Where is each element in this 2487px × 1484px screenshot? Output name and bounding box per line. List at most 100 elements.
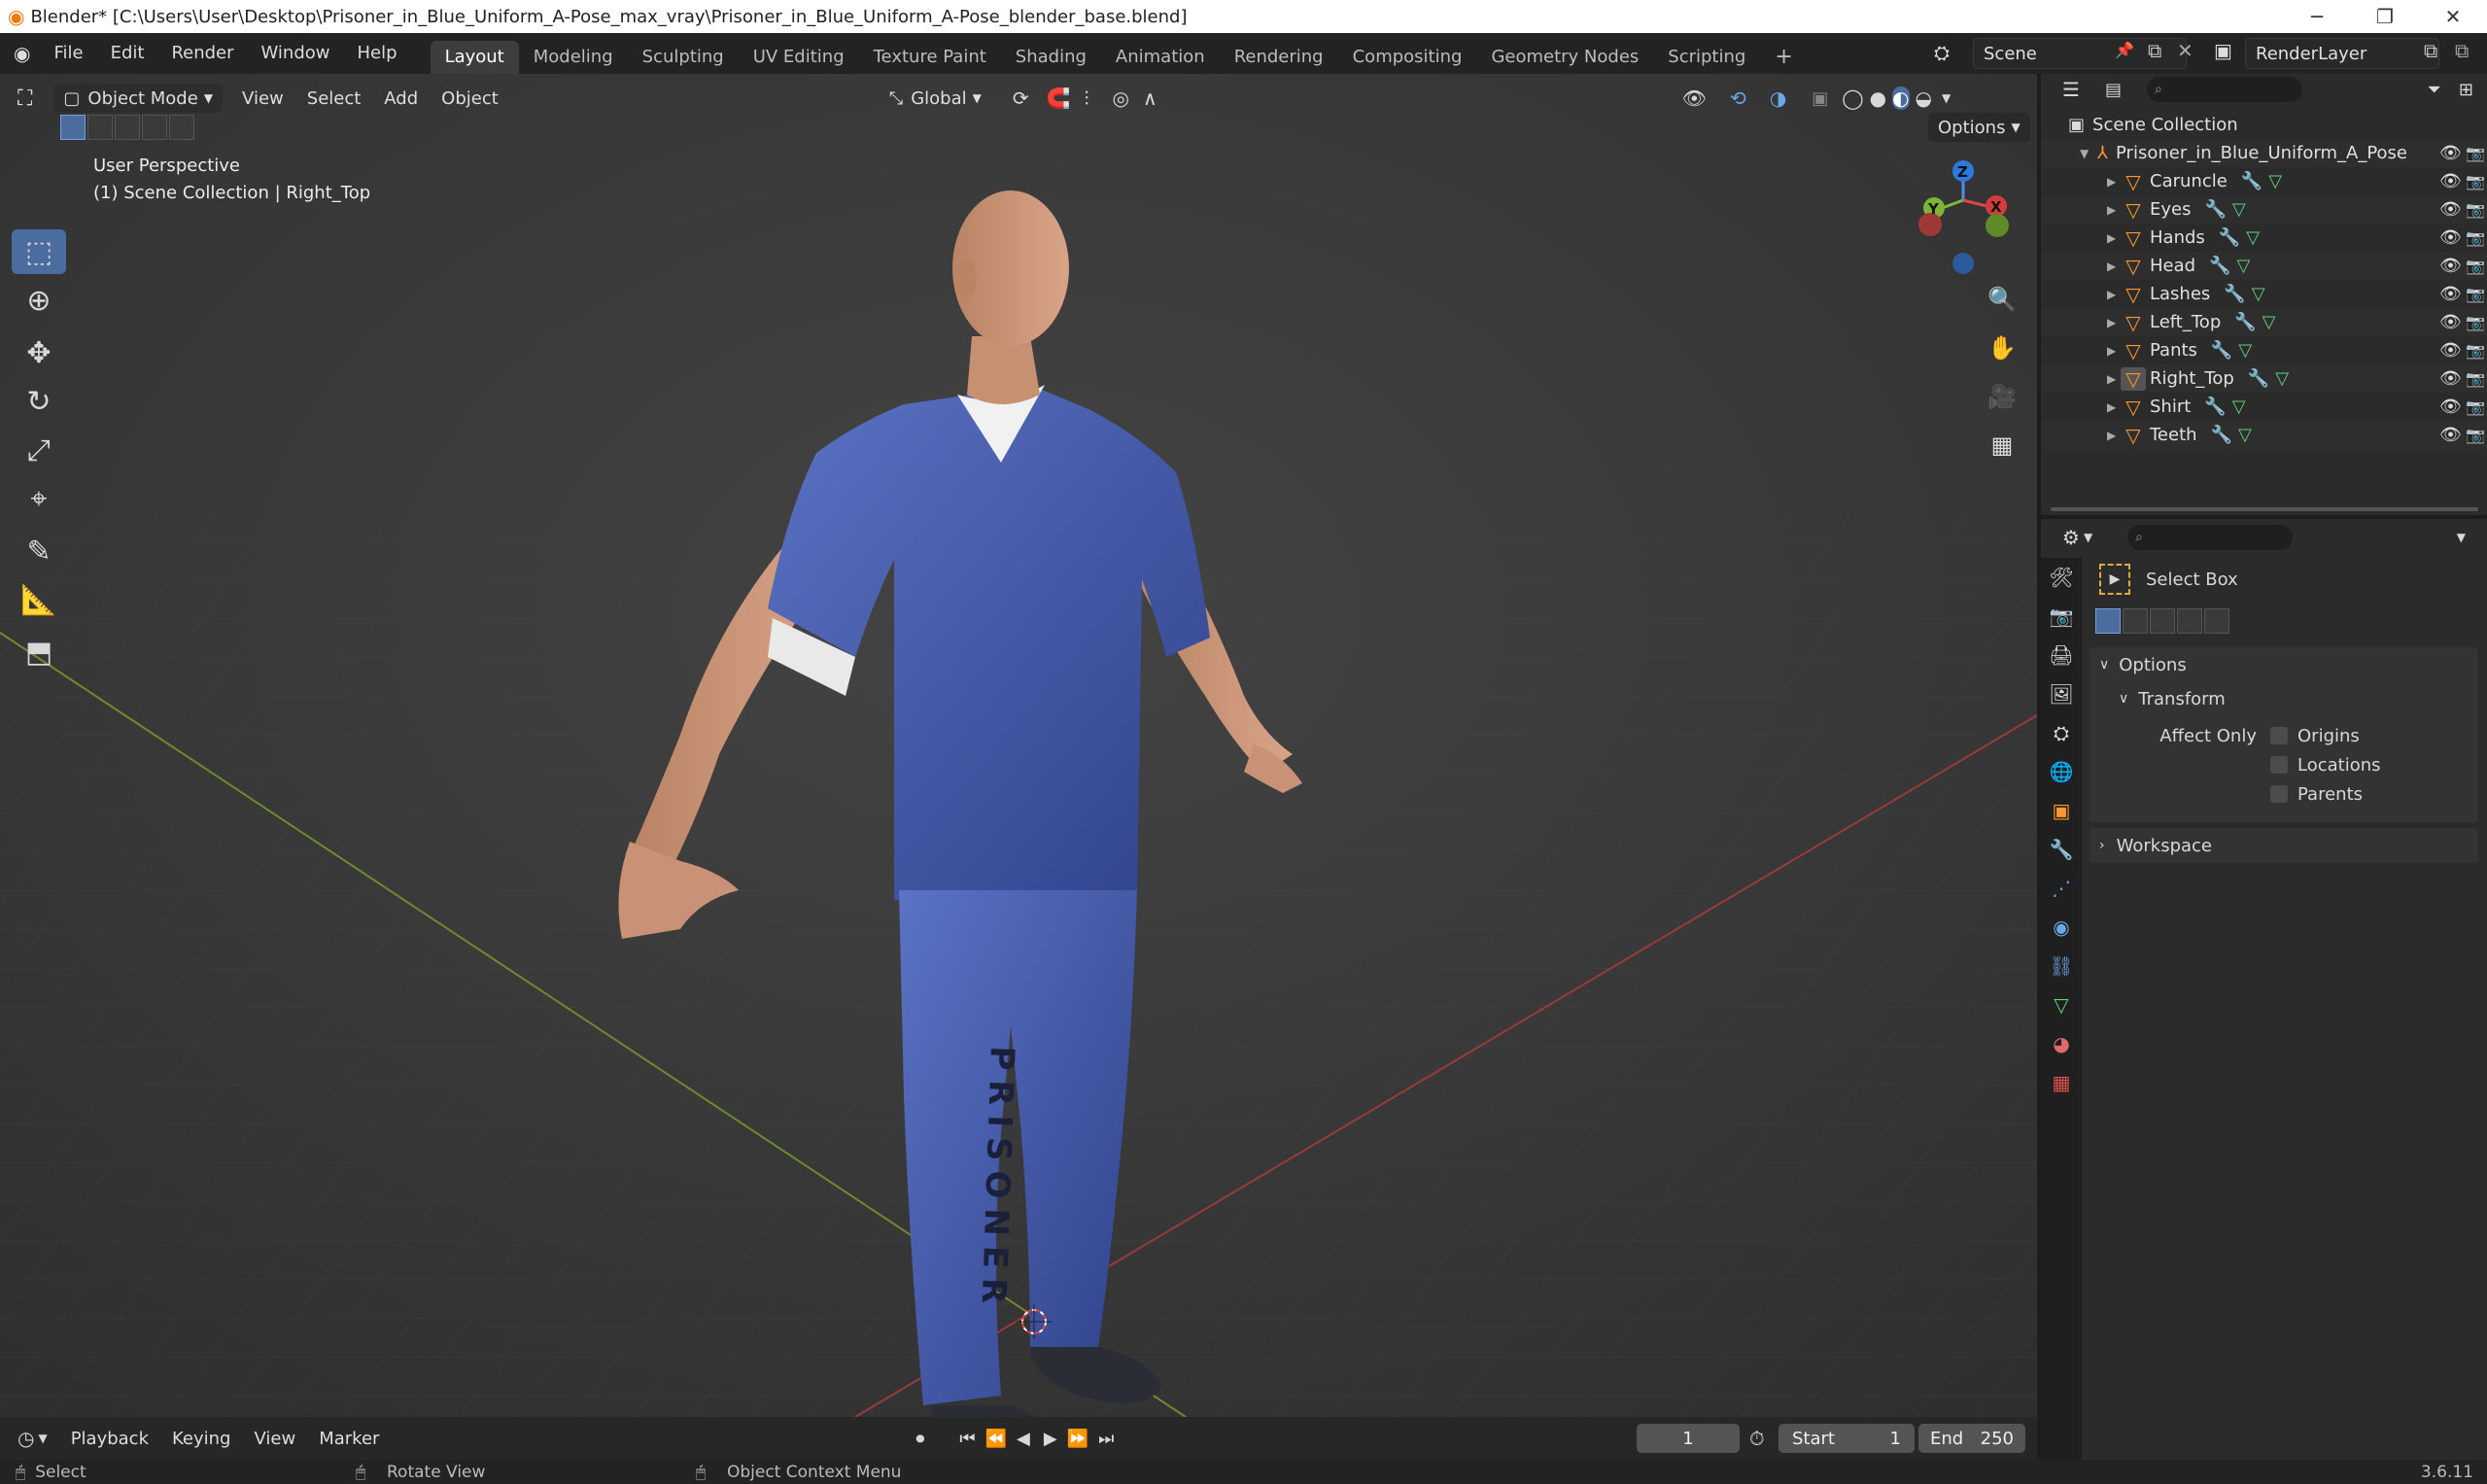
select-invert-icon[interactable] xyxy=(142,115,167,140)
new-scene-icon[interactable]: ⧉ xyxy=(2148,39,2161,62)
gizmo-neg-y[interactable] xyxy=(1986,214,2009,237)
measure-tool-icon[interactable]: 📐 xyxy=(12,577,66,622)
menu-file[interactable]: File xyxy=(40,33,96,74)
expand-right-icon[interactable]: ▶ xyxy=(2107,429,2121,442)
annotate-tool-icon[interactable]: ✎ xyxy=(12,529,66,573)
eye-icon[interactable]: 👁 xyxy=(2439,312,2462,332)
outliner-search-input[interactable]: ⌕ xyxy=(2146,77,2302,102)
outliner-item-caruncle[interactable]: ▶ ▽ Caruncle 🔧 ▽ 👁 📷 xyxy=(2041,167,2487,195)
tab-texture-paint[interactable]: Texture Paint xyxy=(859,41,1001,74)
tab-layout[interactable]: Layout xyxy=(430,41,519,74)
jump-end-icon[interactable]: ⏭ xyxy=(1098,1429,1114,1449)
outliner-item-pants[interactable]: ▶ ▽ Pants 🔧 ▽ 👁 📷 xyxy=(2041,336,2487,364)
tab-animation[interactable]: Animation xyxy=(1101,41,1220,74)
start-frame-field[interactable]: Start 1 xyxy=(1779,1424,1915,1453)
menu-edit[interactable]: Edit xyxy=(97,33,158,74)
tab-rendering[interactable]: Rendering xyxy=(1220,41,1338,74)
snap-target-icon[interactable]: ⫶ xyxy=(1085,86,1089,110)
rotate-tool-icon[interactable]: ↻ xyxy=(12,379,66,424)
timeline-menu-playback[interactable]: Playback xyxy=(59,1429,160,1449)
eye-icon[interactable]: 👁 xyxy=(2439,425,2462,445)
camera-icon[interactable]: 📷 xyxy=(2466,397,2485,416)
properties-editor-icon[interactable]: ⚙ xyxy=(2062,526,2080,549)
tab-uv-editing[interactable]: UV Editing xyxy=(739,41,859,74)
eye-icon[interactable]: 👁 xyxy=(2439,256,2462,276)
tab-compositing[interactable]: Compositing xyxy=(1338,41,1477,74)
wireframe-shading-icon[interactable]: ◯ xyxy=(1842,86,1863,110)
tab-modeling[interactable]: Modeling xyxy=(519,41,628,74)
new-collection-icon[interactable]: ⊞ xyxy=(2459,80,2473,100)
view-layer-tab-icon[interactable]: 🖼 xyxy=(2041,674,2082,713)
camera-icon[interactable]: 📷 xyxy=(2466,144,2485,162)
pin-icon[interactable]: 📌 xyxy=(2115,41,2134,59)
chevron-down-icon[interactable]: ▼ xyxy=(1942,91,1951,105)
pivot-icon[interactable]: ⟳ xyxy=(1013,86,1029,110)
camera-icon[interactable]: 📷 xyxy=(2466,426,2485,444)
xray-icon[interactable]: ▣ xyxy=(1812,88,1828,109)
physics-tab-icon[interactable]: ◉ xyxy=(2041,908,2082,947)
camera-view-icon[interactable]: 🎥 xyxy=(1981,375,2023,418)
outliner-item-head[interactable]: ▶ ▽ Head 🔧 ▽ 👁 📷 xyxy=(2041,252,2487,280)
menu-window[interactable]: Window xyxy=(248,33,344,74)
workspace-panel[interactable]: › Workspace xyxy=(2090,828,2478,863)
eye-icon[interactable]: 👁 xyxy=(2439,340,2462,361)
transform-tool-icon[interactable]: ⌖ xyxy=(12,476,66,521)
editor-type-icon[interactable]: ⛶ xyxy=(17,86,32,111)
transform-orientation-dropdown[interactable]: ⤡ Global ▼ xyxy=(880,84,991,113)
outliner-scene-collection[interactable]: ▣ Scene Collection xyxy=(2041,111,2487,139)
mode-dropdown[interactable]: ▢ Object Mode ▼ xyxy=(53,84,224,113)
eye-icon[interactable]: 👁 xyxy=(2439,397,2462,417)
render-layer-icon[interactable]: ▣ xyxy=(2214,39,2232,62)
delete-scene-icon[interactable]: ✕ xyxy=(2177,39,2193,62)
expand-right-icon[interactable]: ▶ xyxy=(2107,288,2121,301)
3d-viewport[interactable]: PRISONER Z X Y ⛶ ▢ Object Mode ▼ View Se… xyxy=(0,74,2037,1417)
end-frame-field[interactable]: End 250 xyxy=(1918,1424,2025,1453)
solid-shading-icon[interactable]: ● xyxy=(1870,86,1886,110)
record-icon[interactable]: ⏺ xyxy=(915,1429,924,1449)
camera-icon[interactable]: 📷 xyxy=(2466,200,2485,219)
outliner-item-eyes[interactable]: ▶ ▽ Eyes 🔧 ▽ 👁 📷 xyxy=(2041,195,2487,224)
outliner-item-lashes[interactable]: ▶ ▽ Lashes 🔧 ▽ 👁 📷 xyxy=(2041,280,2487,308)
camera-icon[interactable]: 📷 xyxy=(2466,341,2485,360)
select-new-icon[interactable] xyxy=(60,115,86,140)
new-layer-icon[interactable]: ⧉ xyxy=(2424,39,2437,62)
outliner-item-shirt[interactable]: ▶ ▽ Shirt 🔧 ▽ 👁 📷 xyxy=(2041,393,2487,421)
modifier-tab-icon[interactable]: 🔧 xyxy=(2041,830,2082,869)
current-frame-field[interactable]: 1 xyxy=(1637,1424,1740,1453)
expand-right-icon[interactable]: ▶ xyxy=(2107,372,2121,386)
eye-icon[interactable]: 👁 xyxy=(2439,199,2462,220)
viewport-menu-add[interactable]: Add xyxy=(372,88,430,109)
select-intersect-icon[interactable] xyxy=(169,115,194,140)
select-extend-icon[interactable] xyxy=(87,115,113,140)
timeline-editor-icon[interactable]: ◷ xyxy=(17,1427,34,1450)
locations-checkbox[interactable] xyxy=(2270,756,2288,774)
stopwatch-icon[interactable]: ⏱ xyxy=(1749,1427,1765,1450)
perspective-toggle-icon[interactable]: ▦ xyxy=(1981,424,2023,466)
select-box-tool-icon[interactable]: ⬚ xyxy=(12,229,66,274)
select-extend-icon[interactable] xyxy=(2123,608,2148,634)
texture-tab-icon[interactable]: ▦ xyxy=(2041,1063,2082,1102)
prev-keyframe-icon[interactable]: ⏪ xyxy=(985,1429,1007,1449)
tab-sculpting[interactable]: Sculpting xyxy=(628,41,739,74)
expand-right-icon[interactable]: ▶ xyxy=(2107,259,2121,273)
options-dropdown[interactable]: Options ▼ xyxy=(1928,113,2030,142)
scene-icon[interactable]: ⛭ xyxy=(1934,41,1950,64)
delete-layer-icon[interactable]: ⧉ xyxy=(2455,39,2469,62)
tool-tab-icon[interactable]: 🛠 xyxy=(2041,558,2082,597)
zoom-icon[interactable]: 🔍 xyxy=(1981,278,2023,321)
next-keyframe-icon[interactable]: ⏩ xyxy=(1067,1429,1088,1449)
minimize-icon[interactable]: ─ xyxy=(2283,0,2351,33)
properties-search-input[interactable]: ⌕ xyxy=(2127,525,2294,550)
constraints-tab-icon[interactable]: ⛓ xyxy=(2041,947,2082,985)
chevron-down-icon[interactable]: ▼ xyxy=(2084,531,2092,544)
rendered-shading-icon[interactable]: ◒ xyxy=(1916,86,1932,110)
select-new-icon[interactable] xyxy=(2095,608,2121,634)
outliner-editor-icon[interactable]: ☰ xyxy=(2062,78,2080,101)
menu-render[interactable]: Render xyxy=(157,33,247,74)
expand-down-icon[interactable]: ▼ xyxy=(2080,147,2093,160)
eye-icon[interactable]: 👁 xyxy=(2439,284,2462,304)
chevron-down-icon[interactable]: ▼ xyxy=(38,1432,47,1445)
close-icon[interactable]: ✕ xyxy=(2419,0,2487,33)
select-intersect-icon[interactable] xyxy=(2204,608,2229,634)
outliner-collection-row[interactable]: ▼ ⅄ Prisoner_in_Blue_Uniform_A_Pose 👁 📷 xyxy=(2041,139,2487,167)
